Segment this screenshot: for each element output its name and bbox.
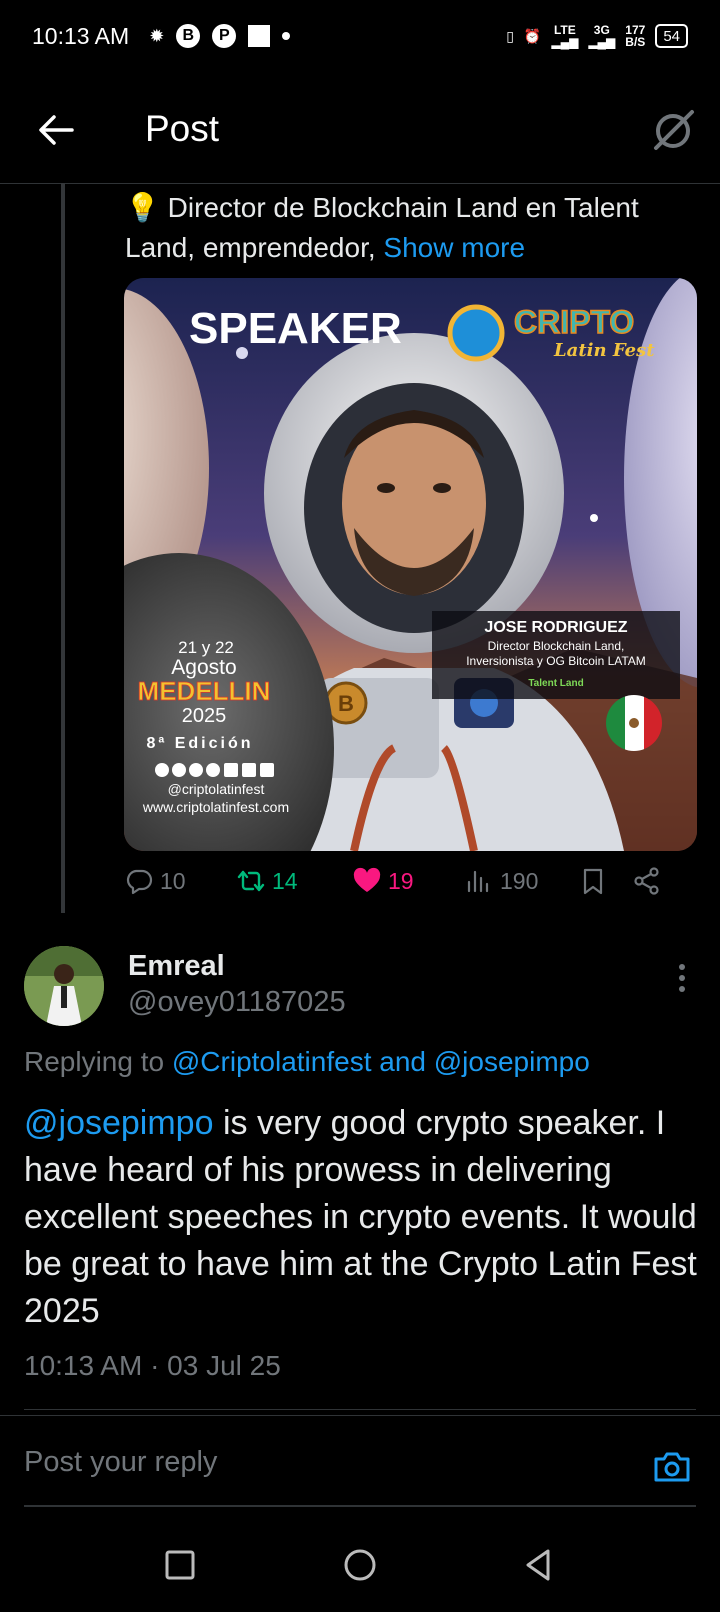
event-days: 21 y 22 (178, 638, 234, 657)
share-icon (634, 867, 659, 895)
network-speed: 177 B/S (625, 23, 646, 49)
heart-icon (353, 867, 381, 892)
reply-divider (24, 1409, 696, 1410)
bookmark-button[interactable] (578, 866, 608, 896)
post-bio: 💡 Director de Blockchain Land en Talent … (125, 188, 710, 268)
vibrate-icon: ▯ (506, 27, 514, 44)
reply-button[interactable]: 10 (124, 866, 186, 896)
grok-icon[interactable] (650, 106, 698, 154)
event-city: MEDELLIN (138, 676, 271, 706)
social-handle: @criptolatinfest (168, 781, 265, 797)
talent-land-logo: Talent Land (528, 678, 583, 689)
recent-apps-icon[interactable] (160, 1545, 200, 1585)
lte-signal-icon: LTE ▂▄▆ (551, 23, 579, 49)
event-website: www.criptolatinfest.com (142, 799, 289, 815)
event-year: 2025 (182, 705, 227, 727)
repost-button[interactable]: 14 (236, 866, 298, 896)
mention-link[interactable]: @josepimpo (24, 1104, 214, 1142)
camera-icon[interactable] (652, 1447, 692, 1487)
status-bar: 10:13 AM ✹ B P ▯ ⏰ LTE ▂▄▆ 3G ▂▄▆ 177 B/S 5… (0, 0, 720, 72)
settings-notification-icon: ✹ (149, 25, 165, 46)
reply-input[interactable]: Post your reply (24, 1446, 217, 1479)
show-more-link[interactable]: Show more (383, 232, 525, 263)
views-button[interactable]: 190 (464, 866, 538, 896)
speaker-name: JOSE RODRIGUEZ (484, 619, 627, 636)
reply-icon (126, 869, 153, 895)
reply-timestamp: 10:13 AM · 03 Jul 25 (24, 1350, 281, 1381)
app-notification-icon: P (212, 24, 237, 48)
svg-text:B: B (338, 691, 354, 716)
share-button[interactable] (632, 866, 662, 896)
page-title: Post (145, 108, 220, 149)
system-icons: ▯ ⏰ LTE ▂▄▆ 3G ▂▄▆ 177 B/S 54 (506, 24, 688, 48)
views-chart-icon (467, 870, 489, 893)
more-options-icon[interactable] (670, 960, 694, 996)
notification-icons: ✹ B P (149, 24, 291, 48)
speaker-role-line-2: Inversionista y OG Bitcoin LATAM (466, 654, 646, 668)
header-divider (0, 183, 720, 184)
svg-text:CRIPTO: CRIPTO (514, 304, 634, 340)
speaker-role-line-1: Director Blockchain Land, (488, 639, 625, 653)
post-header: Post (0, 86, 720, 182)
repost-icon (237, 870, 265, 892)
alarm-icon: ⏰ (523, 27, 542, 44)
composer-divider (0, 1415, 720, 1416)
reply-author-handle[interactable]: @ovey01187025 (128, 986, 346, 1019)
avatar[interactable] (24, 946, 104, 1026)
thread-connector-line (61, 183, 65, 913)
replying-to-prefix: Replying to (24, 1046, 165, 1077)
like-button[interactable]: 19 (352, 866, 414, 896)
home-icon[interactable] (340, 1545, 380, 1585)
system-navigation-bar (0, 1515, 720, 1612)
reply-body: @josepimpo is very good crypto speaker. … (24, 1100, 704, 1335)
views-count: 190 (500, 867, 539, 894)
event-edition: 8ª Edición (146, 735, 253, 752)
battery-icon: 54 (655, 24, 688, 48)
reply-count: 10 (160, 867, 186, 894)
reply-author-name[interactable]: Emreal (128, 950, 225, 983)
speaker-label: SPEAKER (189, 304, 402, 353)
svg-text:Latin Fest: Latin Fest (553, 340, 655, 361)
post-action-bar: 10 14 19 190 (124, 866, 697, 912)
post-image[interactable]: B SPEAKER CRIPTO Latin Fest 21 y 22 Agos… (124, 278, 697, 851)
bio-text: 💡 Director de Blockchain Land en Talent … (125, 192, 639, 263)
image-notification-icon (248, 25, 271, 47)
repost-count: 14 (272, 867, 298, 894)
like-count: 19 (388, 867, 414, 894)
composer-underline (24, 1505, 696, 1507)
status-time: 10:13 AM (32, 22, 130, 49)
3g-signal-icon: 3G ▂▄▆ (588, 23, 616, 49)
back-arrow-icon[interactable] (34, 108, 78, 152)
binance-icon: B (176, 24, 201, 48)
bookmark-icon (583, 868, 603, 895)
more-notifications-dot-icon (282, 32, 291, 40)
replying-to: Replying to @Criptolatinfest and @josepi… (24, 1046, 590, 1078)
system-back-icon[interactable] (518, 1545, 558, 1585)
replying-to-handles[interactable]: @Criptolatinfest and @josepimpo (172, 1046, 590, 1077)
